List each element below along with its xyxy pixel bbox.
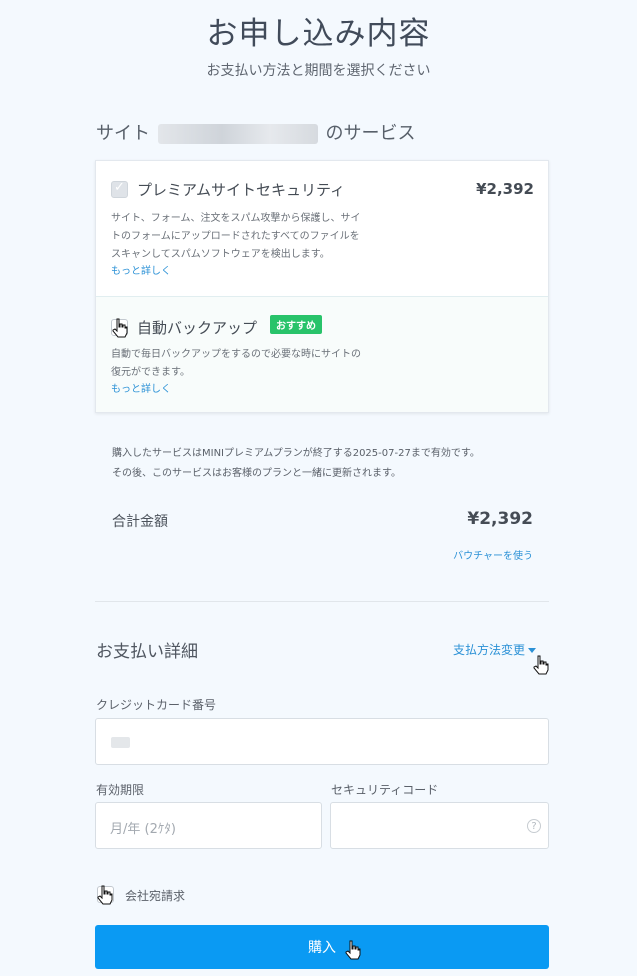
purchase-button[interactable]: 購入 [95, 925, 549, 969]
total-value: ¥2,392 [467, 509, 533, 529]
expiry-placeholder: 月/年 (2ｹﾀ) [110, 822, 176, 837]
security-price: ¥2,392 [476, 180, 534, 198]
card-number-label: クレジットカード番号 [96, 698, 217, 712]
total-label: 合計金額 [112, 514, 168, 530]
services-heading-suffix: のサービス [325, 123, 416, 144]
credit-card-icon [111, 737, 130, 748]
renewal-note: その後、このサービスはお客様のプランと一緒に更新されます。 [112, 468, 401, 479]
page-title: お申し込み内容 [206, 16, 431, 52]
services-heading: サイト のサービス [96, 119, 415, 145]
redacted-site-name [157, 124, 318, 144]
security-learn-more-link[interactable]: もっと詳しく [111, 262, 171, 277]
validity-note: 購入したサービスはMINIプレミアムプランが終了する2025-07-27まで有効… [112, 448, 480, 459]
security-description: サイト、フォーム、注文をスパム攻撃から保護し、サイ トのフォームにアップロードさ… [111, 210, 361, 264]
expiry-input[interactable]: 月/年 (2ｹﾀ) [95, 802, 322, 849]
security-code-input[interactable]: ? [330, 802, 549, 849]
hand-pointer-icon [533, 655, 549, 675]
security-title: プレミアムサイトセキュリティ [137, 181, 346, 199]
expiry-label: 有効期限 [96, 783, 145, 797]
hand-pointer-icon [345, 940, 361, 960]
backup-title: 自動バックアップ [137, 319, 258, 337]
payment-heading: お支払い詳細 [96, 642, 198, 662]
card-divider [96, 296, 548, 297]
services-card: プレミアムサイトセキュリティ ¥2,392 サイト、フォーム、注文をスパム攻撃か… [95, 160, 549, 413]
security-desc-line: トのフォームにアップロードされたすべてのファイルを [111, 231, 360, 242]
hand-pointer-icon [112, 318, 128, 338]
change-payment-method-link[interactable]: 支払方法変更 [453, 641, 536, 658]
backup-desc-line: 自動で毎日バックアップをするので必要な時にサイトの [111, 349, 361, 360]
card-number-input[interactable] [95, 718, 549, 765]
change-payment-method-label: 支払方法変更 [452, 643, 525, 657]
security-code-label: セキュリティコード [331, 783, 439, 797]
voucher-link[interactable]: バウチャーを使う [453, 547, 533, 562]
security-desc-line: サイト、フォーム、注文をスパム攻撃から保護し、サイ [111, 213, 361, 224]
backup-learn-more-link[interactable]: もっと詳しく [111, 380, 171, 395]
invoice-label: 会社宛請求 [125, 889, 186, 903]
recommended-badge: おすすめ [270, 315, 322, 334]
hand-pointer-icon [97, 885, 113, 905]
caret-down-icon [528, 648, 536, 653]
help-circle-icon[interactable]: ? [527, 819, 541, 833]
section-divider [95, 601, 549, 602]
services-heading-prefix: サイト [96, 123, 150, 144]
backup-description: 自動で毎日バックアップをするので必要な時にサイトの 復元ができます。 [111, 346, 361, 382]
page-subtitle: お支払い方法と期間を選択ください [206, 63, 431, 79]
security-checkbox[interactable] [111, 180, 128, 198]
